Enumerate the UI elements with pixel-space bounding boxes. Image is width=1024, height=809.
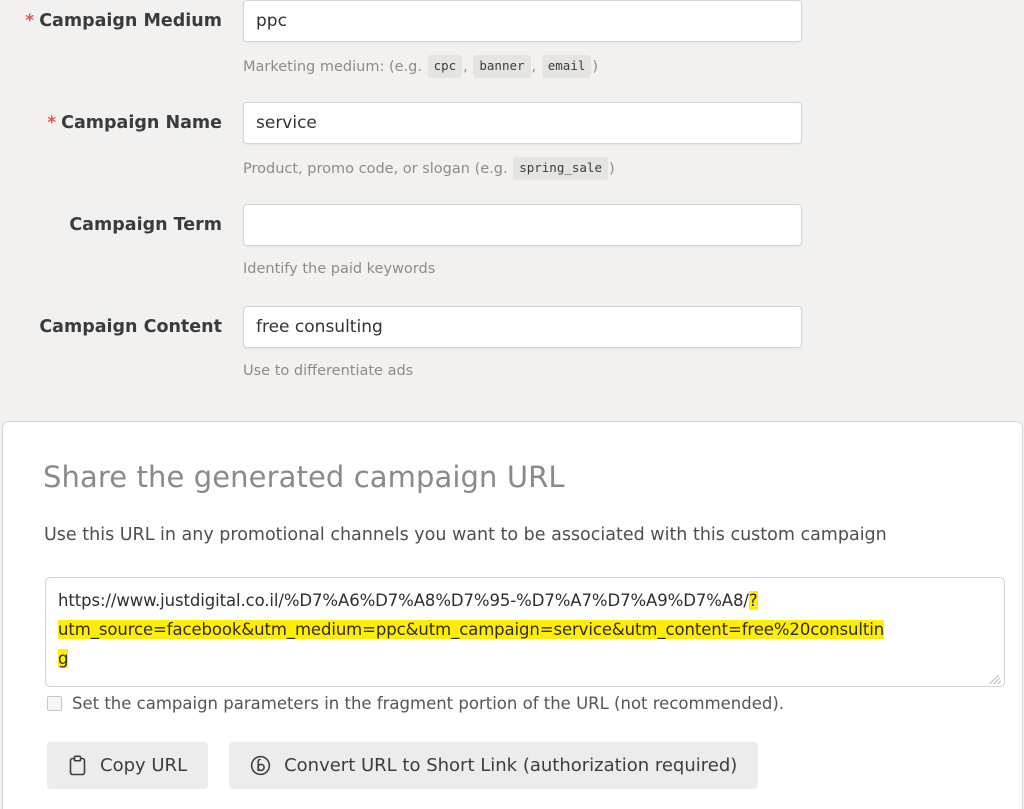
label-campaign-name: * Campaign Name (0, 113, 222, 133)
label-campaign-content: Campaign Content (0, 317, 222, 337)
label-campaign-term: Campaign Term (0, 215, 222, 235)
input-campaign-medium[interactable] (243, 0, 802, 42)
help-prefix: Marketing medium: (e.g. (243, 59, 422, 75)
url-segment-highlighted: utm_source=facebook&utm_medium=ppc&utm_c… (58, 620, 885, 639)
required-star-icon: * (25, 11, 35, 31)
copy-url-label: Copy URL (100, 755, 188, 776)
label-text: Campaign Term (69, 215, 222, 235)
help-comma: , (531, 59, 537, 75)
code-chip: email (541, 55, 592, 78)
share-section-title: Share the generated campaign URL (43, 460, 565, 494)
required-star-icon: * (47, 113, 57, 133)
share-section-subtitle: Use this URL in any promotional channels… (44, 525, 887, 545)
help-campaign-name: Product, promo code, or slogan (e.g. spr… (243, 157, 615, 180)
campaign-url-builder-page: *Campaign Medium Marketing medium: (e.g.… (0, 0, 1024, 809)
help-campaign-medium: Marketing medium: (e.g. cpc, banner, ema… (243, 55, 598, 78)
url-segment-highlighted: g (58, 649, 69, 668)
help-suffix: ) (592, 59, 599, 75)
fragment-portion-label: Set the campaign parameters in the fragm… (72, 694, 785, 713)
fragment-option-row: Set the campaign parameters in the fragm… (47, 694, 784, 713)
code-chip: banner (473, 55, 531, 78)
label-text: Campaign Content (39, 317, 222, 337)
code-chip: cpc (427, 55, 463, 78)
url-segment-plain: https://www.justdigital.co.il/%D7%A6%D7%… (58, 591, 749, 610)
label-text: Campaign Medium (39, 11, 222, 31)
convert-short-link-button[interactable]: Convert URL to Short Link (authorization… (229, 742, 759, 789)
input-campaign-term[interactable] (243, 204, 802, 246)
label-campaign-medium: * Campaign Medium (0, 11, 222, 31)
code-chip: spring_sale (513, 157, 608, 180)
help-suffix: ) (608, 161, 615, 177)
convert-short-link-label: Convert URL to Short Link (authorization… (284, 755, 738, 776)
clipboard-icon (68, 755, 87, 776)
help-campaign-term: Identify the paid keywords (243, 261, 436, 277)
generated-url-textarea[interactable]: https://www.justdigital.co.il/%D7%A6%D7%… (45, 577, 1005, 687)
url-segment-highlighted: ? (748, 591, 758, 610)
bitly-icon (250, 755, 271, 776)
help-comma: , (463, 59, 468, 75)
copy-url-button[interactable]: Copy URL (47, 742, 209, 789)
input-campaign-name[interactable] (243, 102, 802, 144)
url-line: g (58, 644, 992, 673)
url-line: https://www.justdigital.co.il/%D7%A6%D7%… (58, 586, 992, 615)
share-action-buttons: Copy URL Convert URL to Short Link (auth… (47, 742, 759, 789)
input-campaign-content[interactable] (243, 306, 802, 348)
url-line: utm_source=facebook&utm_medium=ppc&utm_c… (58, 615, 992, 644)
campaign-form-region: *Campaign Medium Marketing medium: (e.g.… (0, 0, 1024, 420)
share-url-card: Share the generated campaign URL Use thi… (2, 421, 1023, 809)
label-text: Campaign Name (61, 113, 222, 133)
help-campaign-content: Use to differentiate ads (243, 363, 414, 379)
fragment-portion-checkbox[interactable] (47, 696, 62, 711)
help-prefix: Product, promo code, or slogan (e.g. (243, 161, 508, 177)
